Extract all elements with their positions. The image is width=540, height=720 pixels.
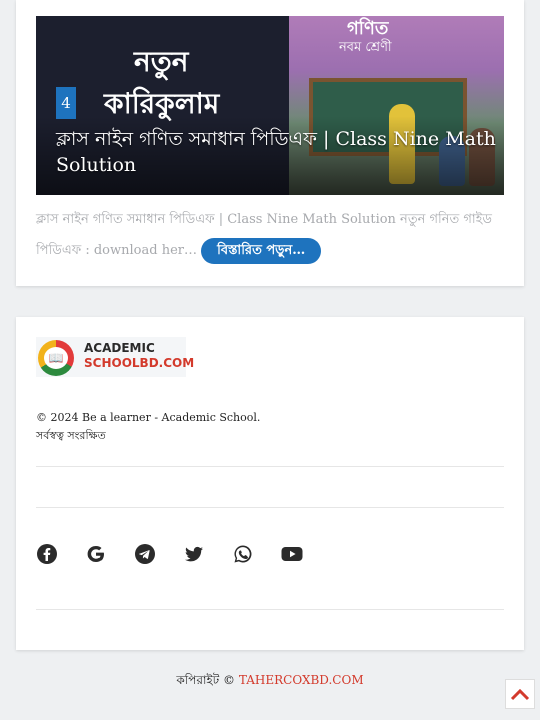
post-card: নতুন কারিকুলাম গণিত নবম শ্রেণী 4 ক্লাস ন…: [16, 0, 524, 286]
twitter-icon[interactable]: [183, 543, 205, 565]
post-excerpt: ক্লাস নাইন গণিত সমাধান পিডিএফ | Class Ni…: [36, 204, 506, 266]
book-icon: 📖: [44, 347, 68, 369]
footer-widget: 📖 ACADEMIC SCHOOLBD.COM © 2024 Be a lear…: [16, 317, 524, 650]
logo-text-line1: ACADEMIC: [84, 341, 155, 355]
copyright-line2: সর্বস্বত্ব সংরক্ষিত: [36, 429, 106, 442]
cover-subtitle: নবম শ্রেণী: [339, 40, 392, 55]
copyright-line1: © 2024 Be a learner - Academic School.: [36, 411, 261, 424]
divider: [36, 609, 504, 610]
google-icon[interactable]: [85, 543, 107, 565]
social-links: [36, 543, 303, 565]
scroll-to-top-button[interactable]: [505, 679, 535, 709]
read-more-button[interactable]: বিস্তারিত পড়ুন…: [201, 237, 322, 264]
divider: [36, 466, 504, 467]
logo-text-line2: SCHOOLBD.COM: [84, 356, 195, 370]
site-copyright-link[interactable]: TAHERCOXBD.COM: [239, 673, 364, 687]
youtube-icon[interactable]: [281, 543, 303, 565]
category-badge[interactable]: 4: [56, 87, 76, 119]
site-logo[interactable]: 📖 ACADEMIC SCHOOLBD.COM: [36, 337, 194, 377]
post-title[interactable]: ক্লাস নাইন গণিত সমাধান পিডিএফ | Class Ni…: [56, 126, 496, 178]
chevron-up-icon: [510, 688, 530, 701]
logo-emblem: 📖: [38, 340, 74, 376]
divider: [36, 507, 504, 508]
whatsapp-icon[interactable]: [232, 543, 254, 565]
facebook-icon[interactable]: [36, 543, 58, 565]
thumbnail-text-line1: নতুন: [134, 45, 189, 78]
site-copyright-prefix: কপিরাইট ©: [176, 673, 236, 687]
copyright-text: © 2024 Be a learner - Academic School. স…: [36, 409, 260, 445]
telegram-icon[interactable]: [134, 543, 156, 565]
site-copyright: কপিরাইট © TAHERCOXBD.COM: [0, 672, 540, 692]
post-thumbnail[interactable]: নতুন কারিকুলাম গণিত নবম শ্রেণী 4 ক্লাস ন…: [36, 16, 504, 195]
